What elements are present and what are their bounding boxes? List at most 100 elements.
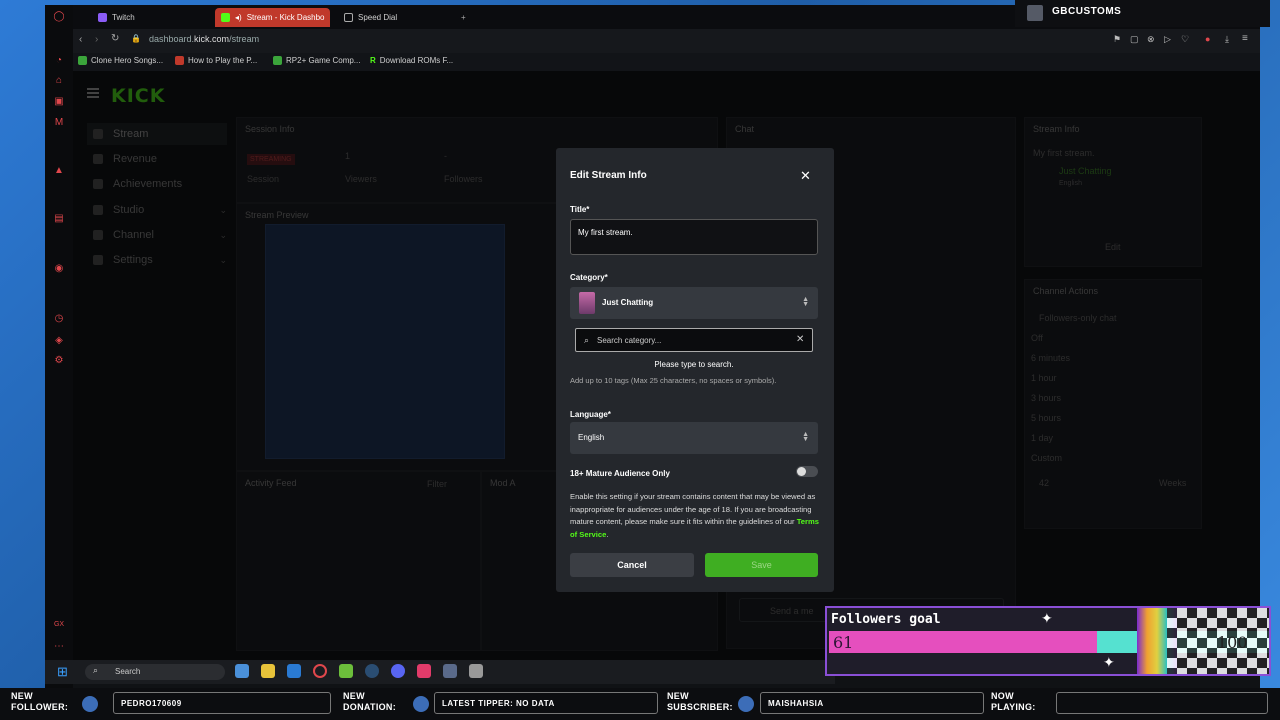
search-icon: ⌕ [584, 335, 590, 345]
stream-ticker: NEW FOLLOWER: PEDRO170609 NEW DONATION: … [0, 688, 1280, 720]
tiktok-icon[interactable] [417, 664, 431, 678]
sidebar-history-icon[interactable]: ⌂ [53, 75, 65, 87]
sidebar-crypto-icon[interactable]: ◈ [53, 335, 65, 347]
opera-logo-icon[interactable]: ◯ [53, 11, 65, 23]
sheet-icon [78, 56, 87, 65]
steam-icon[interactable] [365, 664, 379, 678]
language-select[interactable]: English ▲ ▼ [570, 422, 818, 454]
updown-icon: ▲ ▼ [802, 296, 809, 308]
sidebar-player-icon[interactable]: ◉ [53, 263, 65, 275]
back-icon[interactable]: ‹ [79, 34, 82, 45]
speed-dial-icon [344, 13, 353, 22]
mature-toggle[interactable] [796, 466, 818, 477]
folder-icon[interactable] [261, 664, 275, 678]
goal-target-value: 100 [1217, 633, 1248, 652]
cancel-button[interactable]: Cancel [570, 553, 694, 577]
close-icon[interactable]: ✕ [800, 168, 811, 184]
edit-stream-info-modal: Edit Stream Info ✕ Title* My first strea… [556, 148, 834, 592]
sidebar-messages-icon[interactable]: M [53, 117, 65, 129]
app-icon[interactable] [235, 664, 249, 678]
now-playing-value [1056, 692, 1268, 714]
profile-icon[interactable]: ● [1205, 34, 1210, 44]
new-follower-value: PEDRO170609 [113, 692, 331, 714]
sidebar-twitch-icon[interactable]: ▤ [53, 213, 65, 225]
menu-icon[interactable]: ≡ [1242, 33, 1248, 44]
modal-title: Edit Stream Info [570, 170, 647, 181]
new-subscriber-value: MAISHAHSIA [760, 692, 984, 714]
tab-kick-dashboard[interactable]: ◂) Stream - Kick Dashbo [215, 8, 330, 27]
sidebar-gmail-icon[interactable]: ▣ [53, 96, 65, 108]
twitch-icon [98, 13, 107, 22]
tags-hint: Add up to 10 tags (Max 25 characters, no… [570, 376, 777, 385]
streamer-overlay: GBCUSTOMS [1015, 0, 1270, 27]
bookmark-rp2[interactable]: RP2+ Game Comp... [273, 56, 360, 65]
sidebar-clock-icon[interactable]: ◷ [53, 313, 65, 325]
sparkle-icon: ✦ [1041, 610, 1053, 626]
search-hint: Please type to search. [654, 360, 734, 369]
kick-dashboard: KICK Stream Revenue Achievements Studio ⌄… [73, 71, 1260, 660]
goal-title: Followers goal [831, 612, 941, 627]
category-label: Category* [570, 273, 608, 282]
taskbar-search[interactable]: Search [85, 664, 225, 680]
followers-goal-widget: Followers goal ✦ 61 100 ✦ [825, 606, 1271, 676]
vpn-icon[interactable]: ⊗ [1147, 34, 1155, 45]
tab-speed-dial[interactable]: Speed Dial [338, 8, 453, 27]
windows-taskbar: ⊞ Search ⌕ [45, 660, 835, 684]
nvidia-icon[interactable] [339, 664, 353, 678]
player-icon[interactable]: ▷ [1164, 34, 1171, 45]
goal-current-value: 61 [833, 633, 854, 652]
lock-icon: 🔒 [131, 34, 141, 43]
opera-sidebar: ◯ ◔ ⌂ ▣ M ▲ ▤ ◉ ◷ ◈ ⚙ GX ⋯ [45, 5, 73, 688]
outlook-icon[interactable] [287, 664, 301, 678]
language-label: Language* [570, 410, 611, 419]
updown-icon: ▲ ▼ [802, 431, 809, 443]
new-follower-label: NEW FOLLOWER: [11, 691, 69, 712]
category-thumbnail [579, 292, 595, 314]
now-playing-label: NOW PLAYING: [991, 691, 1036, 712]
clear-search-icon[interactable]: ✕ [796, 334, 804, 345]
snapshot-icon[interactable]: ▢ [1130, 34, 1139, 45]
category-select[interactable]: Just Chatting ▲ ▼ [570, 287, 818, 319]
latest-tipper-value: LATEST TIPPER: NO DATA [434, 692, 658, 714]
save-button[interactable]: Save [705, 553, 818, 577]
bookmark-how-to-play[interactable]: How to Play the P... [175, 56, 257, 65]
sheet-icon [273, 56, 282, 65]
new-tab-button[interactable]: + [455, 8, 472, 27]
bookmark-icon[interactable]: ⚑ [1113, 34, 1121, 45]
discord-icon[interactable] [391, 664, 405, 678]
streamer-name: GBCUSTOMS [1052, 6, 1122, 17]
category-search-input[interactable]: ⌕ Search category... ✕ [575, 328, 813, 352]
app-icon[interactable] [469, 664, 483, 678]
reload-icon[interactable]: ↻ [111, 33, 119, 44]
user-icon [82, 696, 98, 712]
url-field[interactable]: dashboard.kick.com/stream [149, 34, 259, 44]
forward-icon[interactable]: › [95, 34, 98, 45]
browser-window: Twitch ◂) Stream - Kick Dashbo Speed Dial… [45, 5, 1260, 688]
tab-twitch[interactable]: Twitch [92, 8, 207, 27]
title-input[interactable]: My first stream. [570, 219, 818, 255]
category-search-placeholder: Search category... [597, 336, 662, 345]
windows-start-icon[interactable]: ⊞ [57, 664, 68, 680]
page-icon [175, 56, 184, 65]
new-donation-label: NEW DONATION: [343, 691, 397, 712]
sidebar-settings-icon[interactable]: ⚙ [53, 355, 65, 367]
sidebar-aria-icon[interactable]: ◔ [53, 55, 65, 67]
search-icon: ⌕ [93, 665, 99, 675]
title-label: Title* [570, 205, 590, 214]
app-icon[interactable] [443, 664, 457, 678]
kick-icon [221, 13, 230, 22]
sidebar-more-icon[interactable]: ⋯ [53, 641, 65, 653]
sidebar-discord-icon[interactable]: ▲ [53, 165, 65, 177]
language-value: English [578, 433, 605, 442]
sidebar-gx-icon[interactable]: GX [53, 619, 65, 631]
subscriber-icon [738, 696, 754, 712]
mature-label: 18+ Mature Audience Only [570, 469, 670, 478]
goal-progress-fill [829, 631, 1098, 653]
bookmark-clone-hero[interactable]: Clone Hero Songs... [78, 56, 163, 65]
download-icon[interactable]: ⤓ [1225, 34, 1229, 45]
bookmark-roms[interactable]: R Download ROMs F... [370, 56, 453, 65]
heart-icon[interactable]: ♡ [1181, 34, 1189, 45]
bookmarks-bar: Clone Hero Songs... How to Play the P...… [45, 53, 1260, 71]
opera-icon[interactable] [313, 664, 327, 678]
sparkle-icon: ✦ [1103, 654, 1115, 670]
